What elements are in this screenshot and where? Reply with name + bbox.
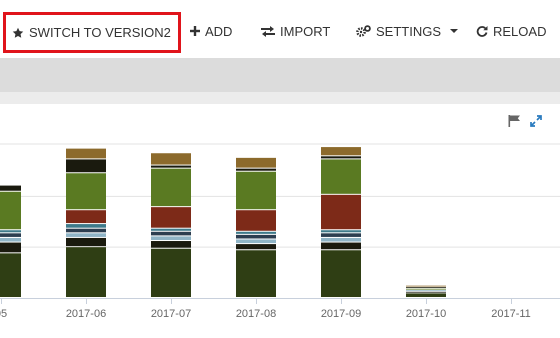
bar-segment (321, 237, 361, 242)
bar-segment (66, 233, 106, 237)
x-tick-label: 2017-10 (406, 308, 446, 320)
bar-segment (406, 293, 446, 297)
import-label: IMPORT (280, 23, 331, 39)
bar-segment (321, 159, 361, 194)
exchange-icon (261, 25, 275, 37)
bar-segment (321, 242, 361, 250)
bar-segment (321, 194, 361, 230)
bar-segment (151, 207, 191, 228)
bar-segment (66, 228, 106, 233)
chart-panel: 05 2017-06 2017-07 2017-08 2017-09 2017-10 201… (0, 104, 560, 338)
bar-segment (321, 233, 361, 237)
bar-segment (236, 234, 276, 239)
bar-segment (151, 236, 191, 241)
bar-segment (406, 290, 446, 292)
bar-segment (66, 210, 106, 224)
add-label: ADD (205, 23, 233, 39)
bar-segment (321, 147, 361, 156)
x-tick-label: 05 (0, 308, 7, 320)
bar-segment (321, 230, 361, 233)
toolbar: SWITCH TO VERSION2 ADD IMPORT SETTINGS R… (0, 0, 560, 58)
stacked-bar-chart: 05 2017-06 2017-07 2017-08 2017-09 2017-10 201… (0, 143, 560, 320)
bar-segment (0, 237, 21, 242)
bar-segment (236, 171, 276, 210)
bar-segment (236, 239, 276, 244)
switch-to-version2-button[interactable]: SWITCH TO VERSION2 (3, 12, 181, 53)
bar-segment (406, 285, 446, 287)
bar-segment (66, 237, 106, 247)
bar-segment (236, 157, 276, 168)
bar-segment (0, 185, 21, 191)
reload-label: RELOAD (493, 23, 547, 39)
bar-segment (236, 244, 276, 250)
chevron-down-icon (450, 29, 459, 33)
bar-segment (66, 148, 106, 159)
plus-icon (190, 26, 200, 36)
bar-segment (0, 233, 21, 237)
bar-segment (151, 165, 191, 168)
gears-icon (356, 25, 371, 37)
import-button[interactable]: IMPORT (261, 12, 330, 50)
filter-bar (0, 58, 560, 92)
switch-to-version2-label: SWITCH TO VERSION2 (29, 25, 171, 40)
flag-icon[interactable] (508, 115, 521, 127)
bar-segment (66, 247, 106, 297)
bar-segment (151, 168, 191, 207)
bar-segment (236, 250, 276, 297)
add-button[interactable]: ADD (190, 12, 232, 50)
x-tick-label: 2017-11 (491, 308, 531, 320)
x-tick-label: 2017-07 (151, 308, 191, 320)
settings-label: SETTINGS (376, 23, 442, 39)
bar-segment (406, 287, 446, 289)
bar-segment (66, 224, 106, 228)
bar-segment (236, 210, 276, 231)
bar-segment (0, 253, 21, 297)
x-tick-label: 2017-08 (236, 308, 276, 320)
bar-segment (236, 168, 276, 171)
bar-segment (66, 173, 106, 210)
bar-segment (406, 291, 446, 293)
bar-segment (151, 231, 191, 236)
bar-segment (321, 156, 361, 159)
settings-dropdown[interactable]: SETTINGS (356, 12, 459, 50)
bar-segment (66, 159, 106, 173)
x-tick-label: 2017-09 (321, 308, 361, 320)
bar-segment (151, 153, 191, 165)
reload-button[interactable]: RELOAD (476, 12, 546, 50)
bar-segment (0, 242, 21, 253)
refresh-icon (476, 26, 488, 37)
x-tick-label: 2017-06 (66, 308, 106, 320)
bar-segment (406, 288, 446, 290)
bar-segment (151, 241, 191, 248)
bar-segment (0, 230, 21, 233)
expand-icon[interactable] (530, 115, 542, 127)
bar-segment (236, 231, 276, 234)
bar-segment (151, 228, 191, 231)
bar-segment (321, 250, 361, 297)
bar-segment (0, 191, 21, 230)
bar-segment (151, 248, 191, 297)
star-icon (12, 27, 24, 38)
